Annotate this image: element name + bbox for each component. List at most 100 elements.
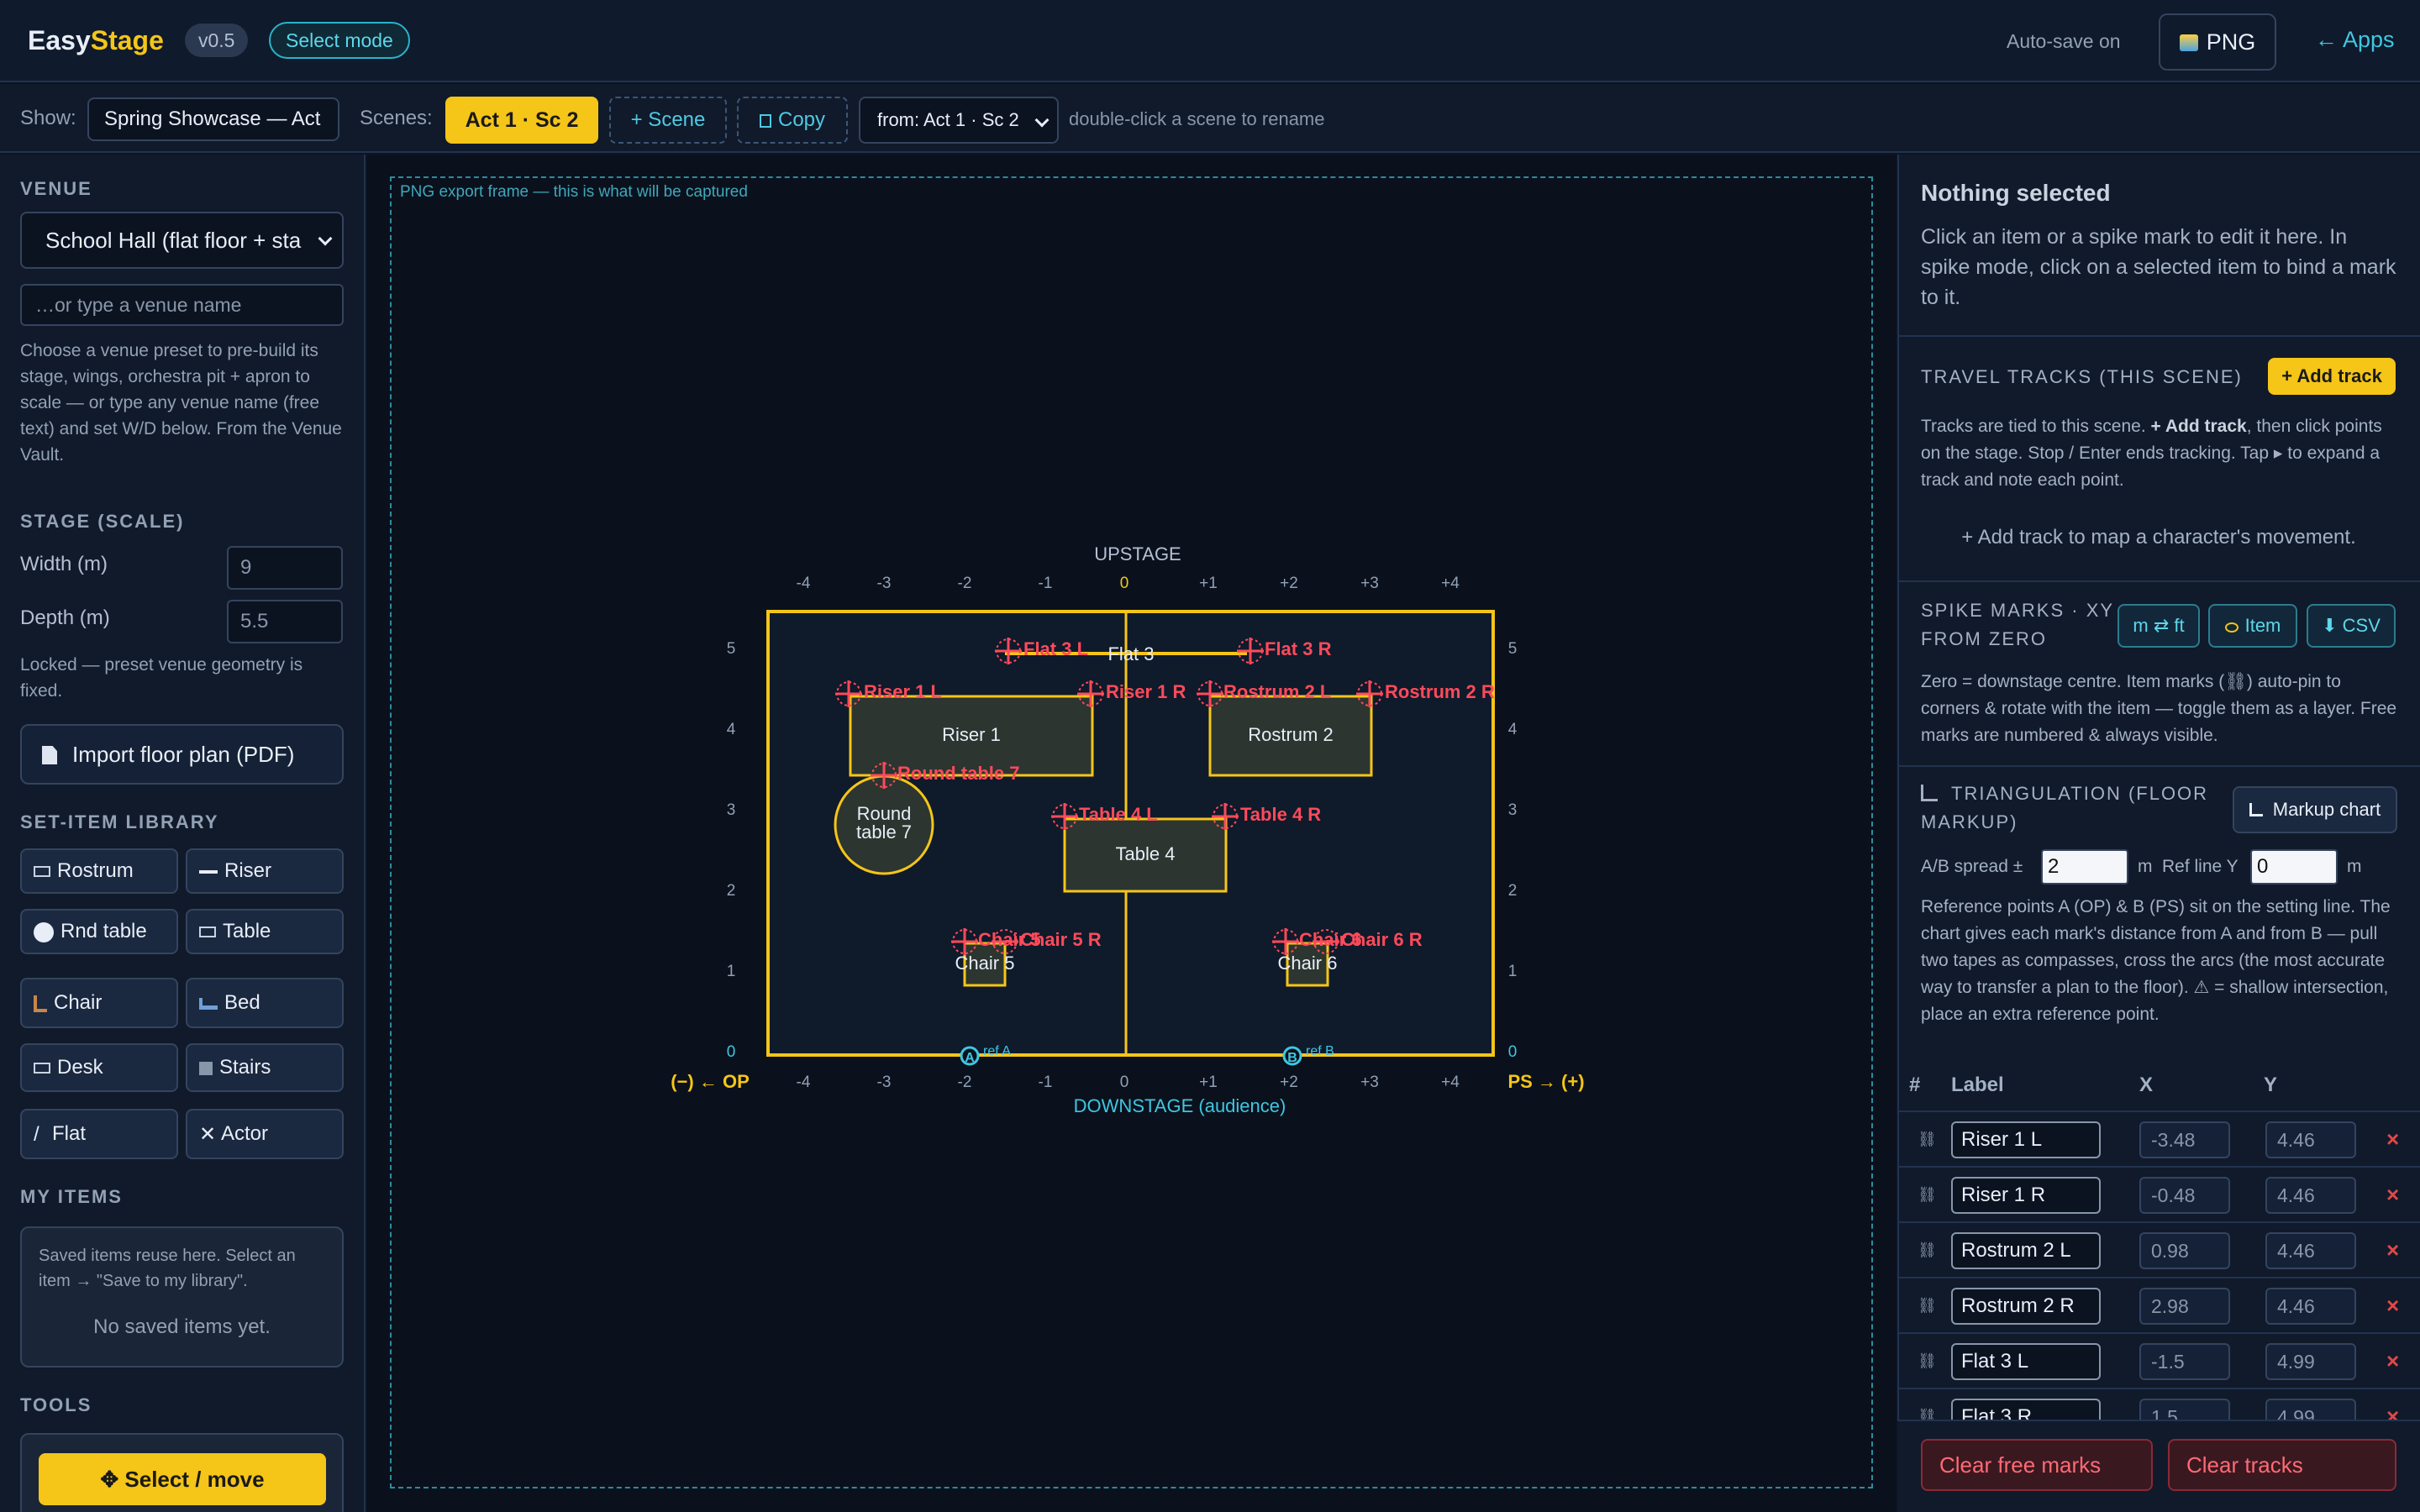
square-icon xyxy=(199,1061,213,1075)
mark-y-input[interactable]: 4.46 xyxy=(2265,1288,2356,1325)
mark-y-input[interactable]: 4.46 xyxy=(2265,1177,2356,1214)
ref-line-label: Ref line Y xyxy=(2162,857,2238,876)
pin-icon[interactable]: ⛓ xyxy=(1918,1131,1937,1148)
pin-icon[interactable]: ⛓ xyxy=(1918,1297,1937,1315)
selection-title: Nothing selected xyxy=(1921,180,2111,206)
delete-icon[interactable]: × xyxy=(2386,1348,2399,1374)
spike-help: Zero = downstage centre. Item marks (⛓) … xyxy=(1921,672,2397,745)
chevron-down-icon xyxy=(318,231,333,246)
travel-tracks-title: TRAVEL TRACKS (THIS SCENE) xyxy=(1921,366,2243,387)
tracks-help: Tracks are tied to this scene. + Add tra… xyxy=(1921,417,2382,490)
library-stairs-button[interactable]: Stairs xyxy=(186,1043,344,1092)
library-round-table-button[interactable]: Rnd table xyxy=(20,909,178,954)
width-label: Width (m) xyxy=(20,553,108,575)
mark-row: ⛓ Riser 1 L -3.48 4.46 × xyxy=(1899,1110,2420,1166)
library-riser-button[interactable]: Riser xyxy=(186,848,344,894)
rect-icon xyxy=(34,1063,50,1074)
set-square-icon xyxy=(1921,785,1938,801)
mark-row: ⛓ Riser 1 R -0.48 4.46 × xyxy=(1899,1166,2420,1221)
add-track-empty[interactable]: + Add track to map a character's movemen… xyxy=(1897,526,2420,549)
library-chair-button[interactable]: Chair xyxy=(20,978,178,1028)
mode-badge[interactable]: Select mode xyxy=(269,22,410,59)
bed-icon xyxy=(199,997,218,1010)
col-header-label: Label xyxy=(1951,1074,2004,1096)
tools-title: TOOLS xyxy=(20,1394,92,1415)
import-floor-plan-button[interactable]: Import floor plan (PDF) xyxy=(20,724,344,785)
show-label: Show: xyxy=(20,107,76,129)
my-items-box: Saved items reuse here. Select an item →… xyxy=(20,1226,344,1368)
ref-line-input[interactable]: 0 xyxy=(2250,849,2338,885)
my-items-hint: Saved items reuse here. Select an item →… xyxy=(39,1247,296,1290)
delete-icon[interactable]: × xyxy=(2386,1237,2399,1263)
eye-icon xyxy=(2224,622,2238,633)
pin-icon[interactable]: ⛓ xyxy=(1918,1352,1937,1370)
width-input[interactable]: 9 xyxy=(227,546,343,590)
pin-icon[interactable]: ⛓ xyxy=(1918,1242,1937,1259)
scene-tab-active[interactable]: Act 1 · Sc 2 xyxy=(445,97,598,144)
col-header-x: X xyxy=(2139,1074,2154,1096)
chevron-down-icon xyxy=(1034,113,1050,128)
circle-icon xyxy=(34,921,54,942)
copy-scene-button[interactable]: Copy xyxy=(737,97,848,144)
add-track-button[interactable]: + Add track xyxy=(2268,358,2396,395)
mark-x-input[interactable]: 2.98 xyxy=(2139,1288,2230,1325)
delete-icon[interactable]: × xyxy=(2386,1293,2399,1319)
mark-x-input[interactable]: -1.5 xyxy=(2139,1343,2230,1380)
chair-icon xyxy=(34,995,47,1012)
mark-row: ⛓ Flat 3 L -1.5 4.99 × xyxy=(1899,1332,2420,1388)
library-rostrum-button[interactable]: Rostrum xyxy=(20,848,178,894)
markup-chart-button[interactable]: Markup chart xyxy=(2233,786,2397,833)
col-header-num: # xyxy=(1909,1074,1921,1096)
stage-scale-title: STAGE (SCALE) xyxy=(20,511,185,532)
apps-link[interactable]: ← Apps xyxy=(2315,27,2395,53)
depth-input[interactable]: 5.5 xyxy=(227,600,343,643)
library-bed-button[interactable]: Bed xyxy=(186,978,344,1028)
mark-y-input[interactable]: 4.46 xyxy=(2265,1232,2356,1269)
units-toggle-button[interactable]: m ⇄ ft xyxy=(2118,604,2200,648)
copy-from-select[interactable]: from: Act 1 · Sc 2 xyxy=(859,97,1059,144)
mark-y-input[interactable]: 4.99 xyxy=(2265,1343,2356,1380)
mark-row: ⛓ Rostrum 2 L 0.98 4.46 × xyxy=(1899,1221,2420,1277)
mark-label-input[interactable]: Riser 1 L xyxy=(1951,1121,2101,1158)
pin-icon[interactable]: ⛓ xyxy=(1918,1186,1937,1204)
scenes-label: Scenes: xyxy=(360,107,433,129)
depth-label: Depth (m) xyxy=(20,606,110,629)
triangulation-title: TRIANGULATION (FLOOR MARKUP) xyxy=(1921,783,2209,832)
venue-name-input[interactable]: …or type a venue name xyxy=(20,284,344,326)
left-sidebar: VENUE School Hall (flat floor + sta …or … xyxy=(0,155,366,1512)
mark-label-input[interactable]: Rostrum 2 L xyxy=(1951,1232,2101,1269)
show-name-input[interactable]: Spring Showcase — Act xyxy=(87,97,339,141)
mark-x-input[interactable]: -3.48 xyxy=(2139,1121,2230,1158)
document-icon xyxy=(42,746,57,764)
delete-icon[interactable]: × xyxy=(2386,1126,2399,1152)
set-square-icon xyxy=(2249,803,2263,816)
item-marks-toggle[interactable]: Item xyxy=(2208,604,2297,648)
library-desk-button[interactable]: Desk xyxy=(20,1043,178,1092)
venue-select[interactable]: School Hall (flat floor + sta xyxy=(20,212,344,269)
library-table-button[interactable]: Table xyxy=(186,909,344,954)
select-move-button[interactable]: ✥ Select / move xyxy=(39,1453,326,1505)
mark-label-input[interactable]: Rostrum 2 R xyxy=(1951,1288,2101,1325)
library-actor-button[interactable]: ✕ Actor xyxy=(186,1109,344,1159)
my-items-title: MY ITEMS xyxy=(20,1186,123,1207)
mark-label-input[interactable]: Flat 3 L xyxy=(1951,1343,2101,1380)
add-scene-button[interactable]: + Scene xyxy=(609,97,727,144)
scene-hint: double-click a scene to rename xyxy=(1069,108,1325,129)
mark-label-input[interactable]: Riser 1 R xyxy=(1951,1177,2101,1214)
triangulation-help: Reference points A (OP) & B (PS) sit on … xyxy=(1921,897,2391,1024)
mark-y-input[interactable]: 4.46 xyxy=(2265,1121,2356,1158)
scene-toolbar: Show: Spring Showcase — Act Scenes: Act … xyxy=(0,84,2420,153)
rect-icon xyxy=(34,866,50,878)
col-header-y: Y xyxy=(2264,1074,2278,1096)
clear-free-marks-button[interactable]: Clear free marks xyxy=(1921,1439,2153,1491)
delete-icon[interactable]: × xyxy=(2386,1182,2399,1208)
mark-x-input[interactable]: 0.98 xyxy=(2139,1232,2230,1269)
csv-export-button[interactable]: ⬇ CSV xyxy=(2307,604,2396,648)
png-export-button[interactable]: PNG xyxy=(2159,13,2276,71)
mark-x-input[interactable]: -0.48 xyxy=(2139,1177,2230,1214)
ab-spread-label: A/B spread ± xyxy=(1921,857,2023,876)
rect-icon xyxy=(199,927,216,938)
ab-spread-input[interactable]: 2 xyxy=(2041,849,2128,885)
library-flat-button[interactable]: / Flat xyxy=(20,1109,178,1159)
clear-tracks-button[interactable]: Clear tracks xyxy=(2168,1439,2396,1491)
